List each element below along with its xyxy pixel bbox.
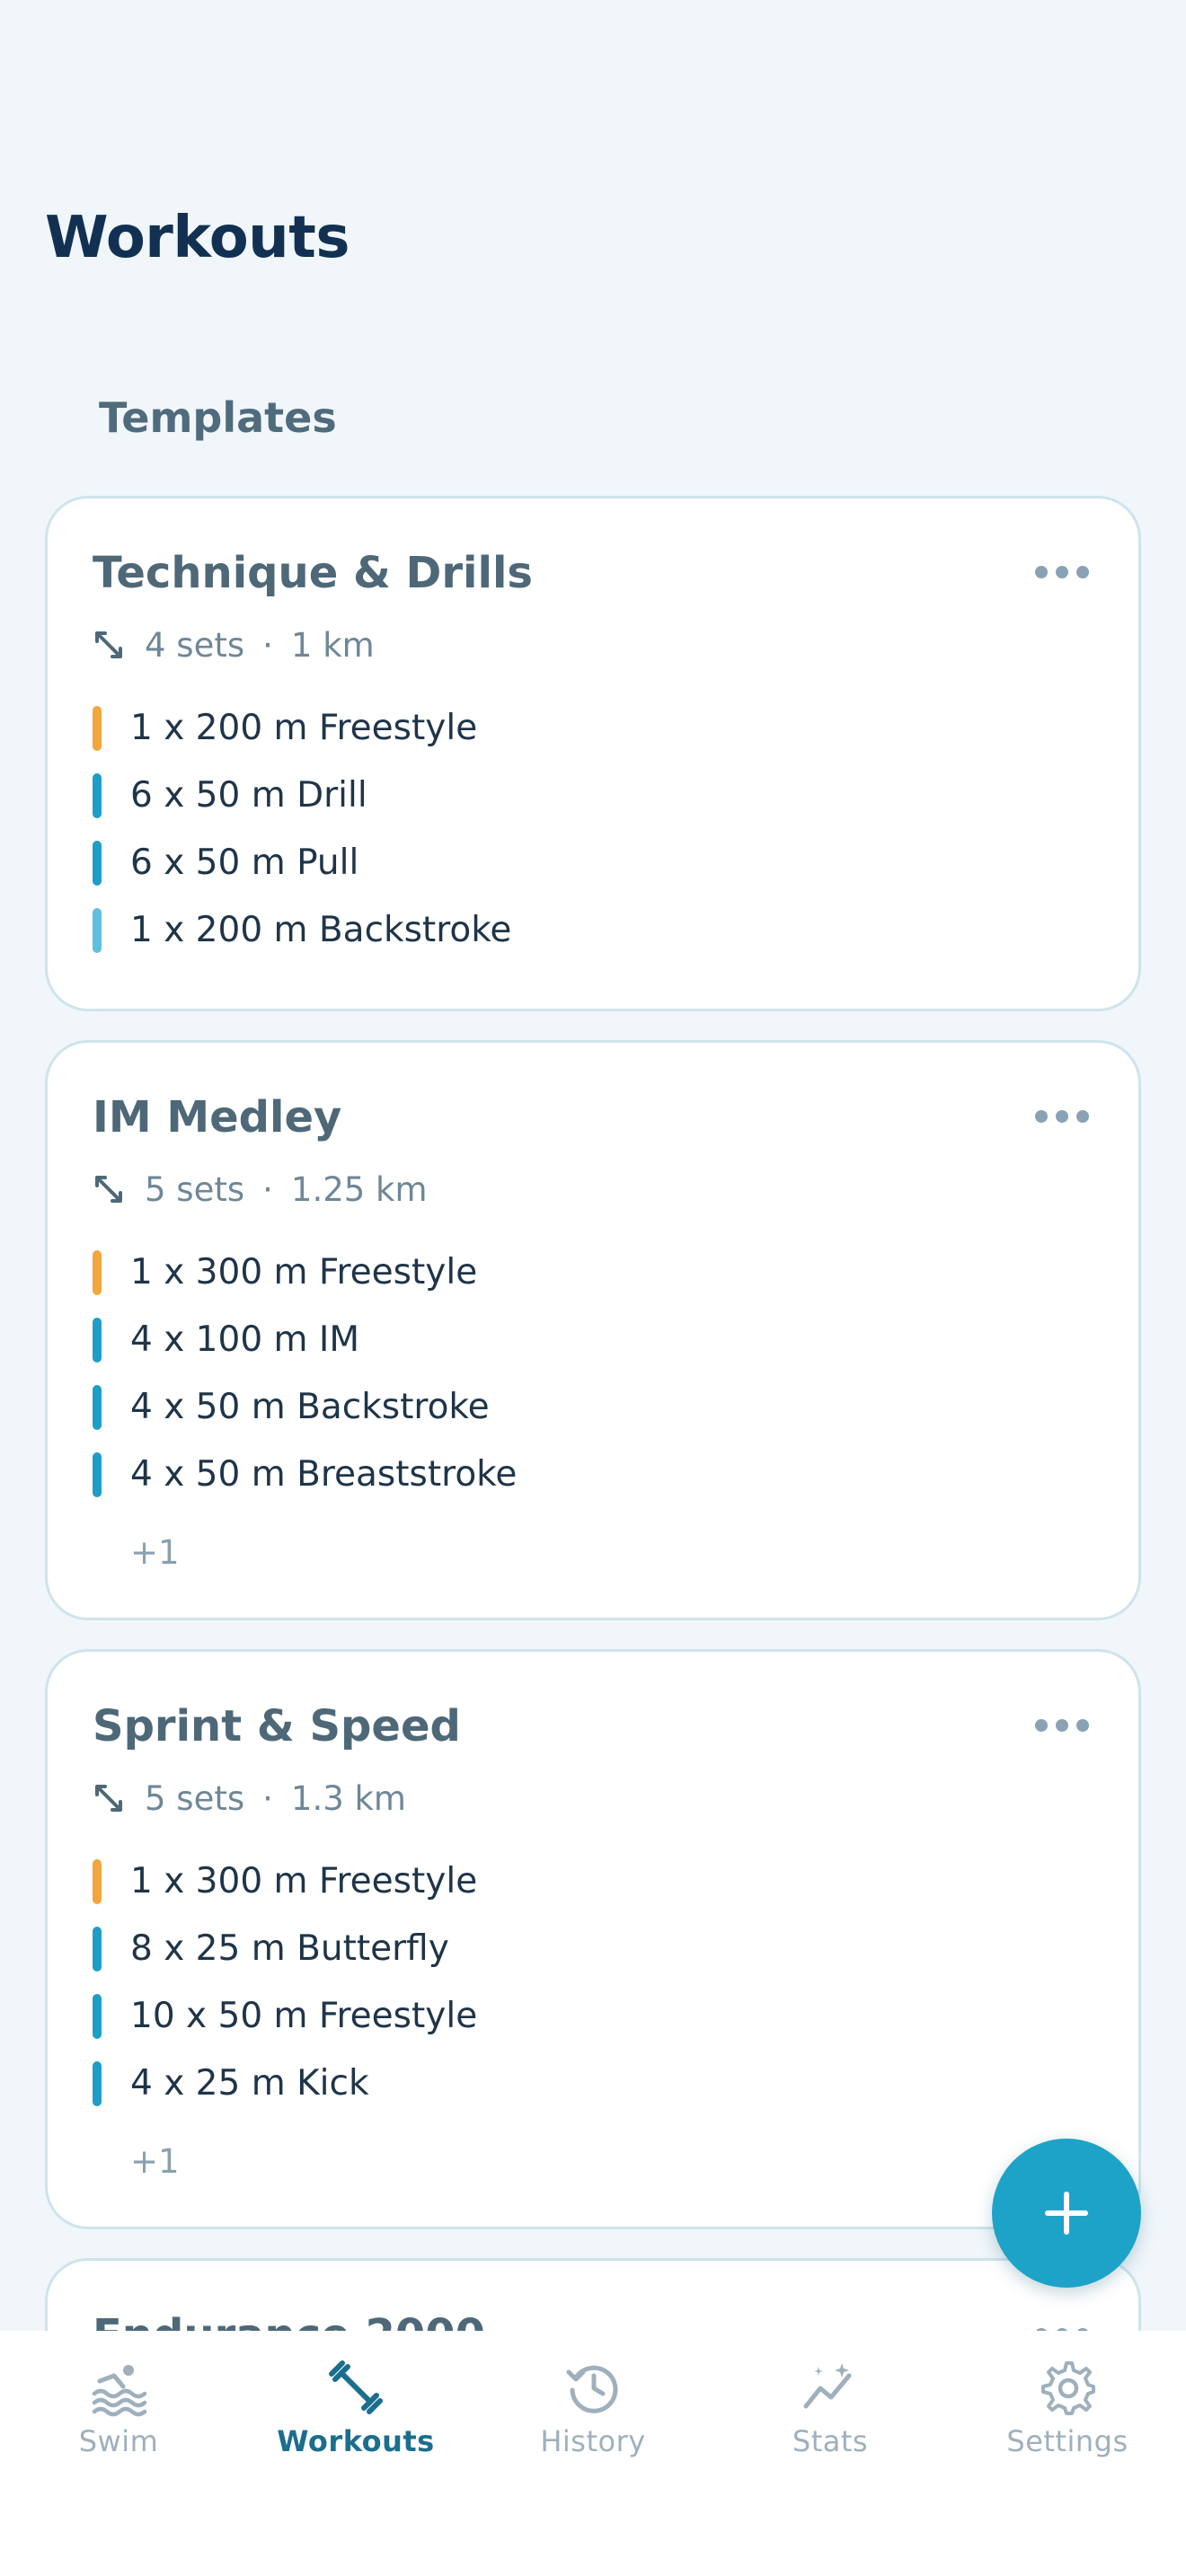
set-label: 4 x 50 m Backstroke [130,1387,490,1427]
set-list: 1 x 300 m Freestyle 4 x 100 m IM 4 x 50 … [93,1239,517,1508]
more-sets-count: +1 [130,1533,180,1572]
set-color-bar [93,1384,102,1430]
dot [1076,1719,1089,1732]
tab-label: Stats [792,2424,869,2458]
set-row: 4 x 50 m Backstroke [93,1373,517,1441]
template-title: Technique & Drills [93,548,533,598]
set-color-bar [93,1858,102,1904]
tab-swim[interactable]: Swim [0,2331,237,2501]
set-label: 4 x 50 m Breaststroke [130,1454,518,1495]
page-title: Workouts [45,205,350,271]
dot [1056,1110,1068,1123]
tab-label: Swim [78,2424,159,2458]
set-row: 1 x 300 m Freestyle [93,1239,517,1306]
tab-label: Workouts [277,2424,435,2458]
plus-icon [1045,2192,1088,2235]
tab-label: Settings [1006,2424,1128,2458]
set-color-bar [93,1926,102,1972]
set-label: 8 x 25 m Butterfly [130,1928,449,1969]
set-row: 4 x 50 m Breaststroke [93,1441,517,1508]
dot [1035,1719,1048,1732]
workouts-screen: Workouts Templates Technique & Drills 4 … [0,0,1186,2576]
set-color-bar [93,1249,102,1295]
meta-separator: · [262,1778,273,1818]
set-list: 1 x 200 m Freestyle 6 x 50 m Drill 6 x 5… [93,694,511,964]
set-row: 1 x 200 m Freestyle [93,694,511,762]
template-card[interactable]: IM Medley 5 sets · 1.25 km 1 x 300 m Fre… [45,1040,1141,1620]
set-label: 1 x 300 m Freestyle [130,1861,478,1901]
set-color-bar [93,1993,102,2039]
meta-separator: · [262,1169,273,1209]
dot [1056,1719,1068,1732]
set-color-bar [93,840,102,886]
meta-separator: · [262,625,273,665]
distance-icon [95,631,122,658]
set-color-bar [93,1451,102,1497]
dot [1076,1110,1089,1123]
history-icon [566,2365,618,2413]
more-options-button[interactable] [1035,563,1089,581]
set-label: 1 x 200 m Backstroke [130,910,512,950]
set-color-bar [93,705,102,751]
gear-icon [1041,2361,1095,2415]
dot [1056,566,1068,578]
set-color-bar [93,1317,102,1363]
set-label: 6 x 50 m Pull [130,842,359,883]
set-label: 4 x 100 m IM [130,1319,360,1360]
set-row: 6 x 50 m Pull [93,829,511,896]
set-label: 1 x 200 m Freestyle [130,708,478,748]
dot [1076,566,1089,578]
set-label: 1 x 300 m Freestyle [130,1252,478,1292]
set-row: 1 x 300 m Freestyle [93,1848,477,1915]
sets-count: 5 sets [145,1169,245,1209]
set-row: 6 x 50 m Drill [93,762,511,829]
set-color-bar [93,907,102,953]
template-meta: 5 sets · 1.3 km [93,1776,406,1821]
set-row: 4 x 25 m Kick [93,2050,477,2117]
template-meta: 5 sets · 1.25 km [93,1167,428,1212]
set-label: 6 x 50 m Drill [130,775,367,816]
sets-count: 5 sets [145,1778,245,1818]
total-distance: 1 km [290,625,375,665]
set-color-bar [93,772,102,818]
dot [1035,566,1048,578]
tab-workouts[interactable]: Workouts [237,2331,474,2501]
set-row: 10 x 50 m Freestyle [93,1982,477,2050]
set-label: 10 x 50 m Freestyle [130,1996,478,2036]
total-distance: 1.25 km [290,1169,428,1209]
stats-icon [803,2363,852,2409]
distance-icon [95,1176,122,1203]
set-list: 1 x 300 m Freestyle 8 x 25 m Butterfly 1… [93,1848,477,2117]
set-row: 4 x 100 m IM [93,1306,517,1373]
tab-bar: Swim Workouts History Stats Settings [0,2331,1186,2576]
add-template-button[interactable] [992,2139,1141,2288]
template-card[interactable]: Sprint & Speed 5 sets · 1.3 km 1 x 300 m… [45,1649,1141,2229]
tab-history[interactable]: History [474,2331,712,2501]
set-color-bar [93,2060,102,2106]
total-distance: 1.3 km [290,1778,406,1818]
template-title: Sprint & Speed [93,1701,461,1751]
set-row: 1 x 200 m Backstroke [93,896,511,964]
more-options-button[interactable] [1035,1716,1089,1734]
swimmer-icon [92,2365,147,2417]
template-meta: 4 sets · 1 km [93,622,375,667]
template-title: IM Medley [93,1092,342,1142]
more-sets-count: +1 [130,2142,180,2181]
section-label-templates: Templates [99,393,337,442]
sets-count: 4 sets [145,625,245,665]
more-options-button[interactable] [1035,1107,1089,1125]
template-card[interactable]: Technique & Drills 4 sets · 1 km 1 x 200… [45,496,1141,1011]
dumbbell-icon [329,2360,383,2414]
set-row: 8 x 25 m Butterfly [93,1915,477,1982]
set-label: 4 x 25 m Kick [130,2063,369,2104]
tab-label: History [540,2424,646,2458]
tab-settings[interactable]: Settings [949,2331,1186,2501]
tab-stats[interactable]: Stats [712,2331,949,2501]
dot [1035,1110,1048,1123]
distance-icon [95,1785,122,1812]
